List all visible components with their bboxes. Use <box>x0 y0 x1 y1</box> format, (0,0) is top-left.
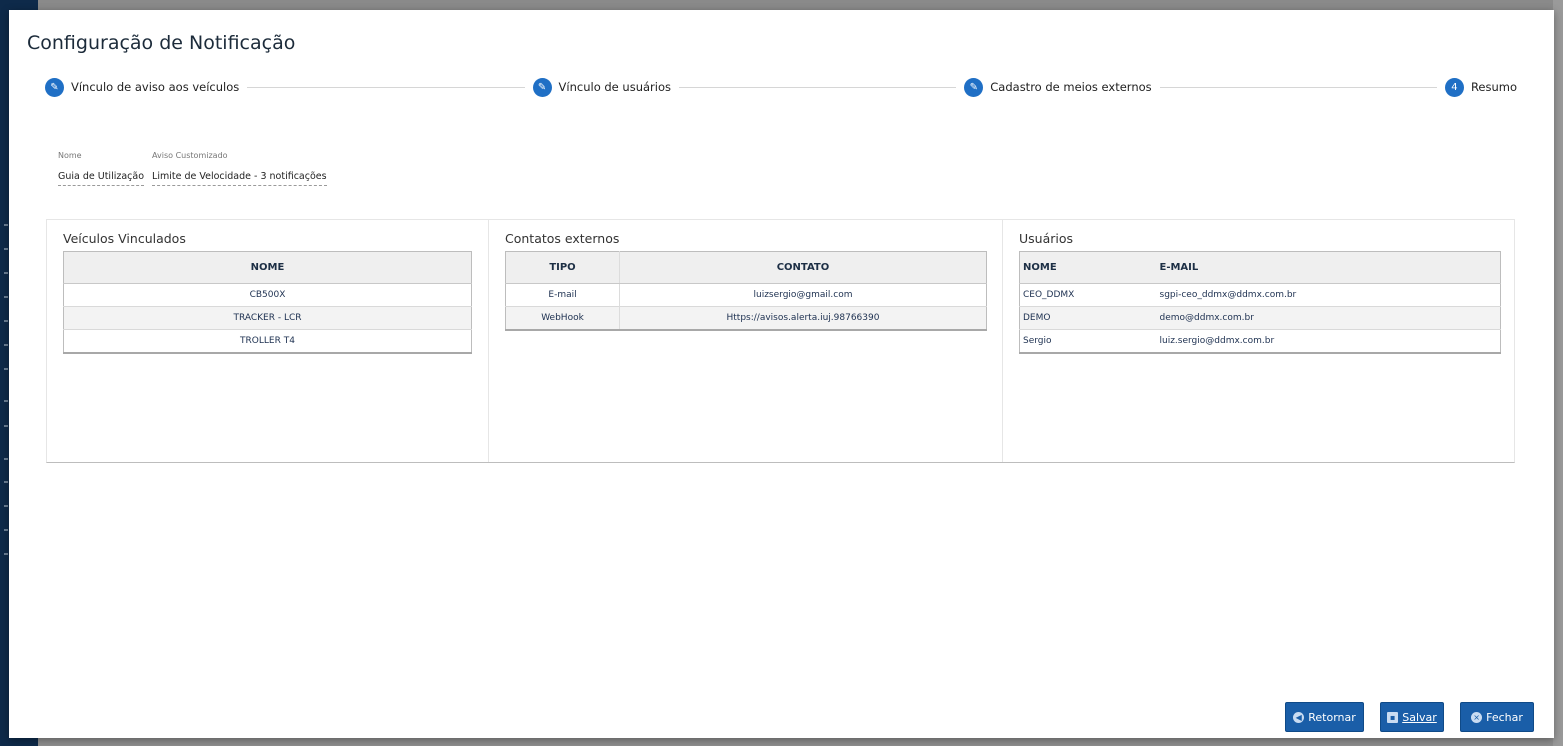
step-vehicle-link[interactable]: ✎ Vínculo de aviso aos veículos <box>45 77 240 97</box>
user-name: DEMO <box>1019 306 1157 330</box>
save-icon: ▪ <box>1387 711 1399 723</box>
table-row[interactable]: TROLLER T4 <box>63 329 472 353</box>
close-button[interactable]: × Fechar <box>1460 702 1534 732</box>
arrow-left-icon: ◀ <box>1293 711 1305 723</box>
custom-alert-field: Aviso Customizado Limite de Velocidade -… <box>152 151 327 186</box>
table-row[interactable]: E-mail luizsergio@gmail.com <box>505 283 987 307</box>
name-field: Nome Guia de Utilização <box>58 151 145 186</box>
contact-value: Https://avisos.alerta.iuj.98766390 <box>619 306 987 330</box>
step-label: Resumo <box>1470 80 1518 94</box>
vehicles-panel-title: Veículos Vinculados <box>63 231 186 246</box>
column-header-contact[interactable]: CONTATO <box>619 251 987 284</box>
column-header-name[interactable]: NOME <box>1019 251 1157 284</box>
user-email: demo@ddmx.com.br <box>1156 306 1501 330</box>
custom-alert-label: Aviso Customizado <box>152 151 228 160</box>
vehicle-name: TRACKER - LCR <box>63 306 472 330</box>
users-table: NOME E-MAIL CEO_DDMX sgpi-ceo_ddmx@ddmx.… <box>1019 251 1501 354</box>
summary-fields: Nome Guia de Utilização Aviso Customizad… <box>58 151 327 186</box>
save-button-label: Salvar <box>1402 710 1437 724</box>
background-app-header <box>38 0 1563 10</box>
external-contacts-table: TIPO CONTATO E-mail luizsergio@gmail.com… <box>505 251 987 331</box>
table-row[interactable]: CB500X <box>63 283 472 307</box>
user-name: Sergio <box>1019 329 1157 353</box>
background-app-content <box>1553 0 1563 746</box>
step-user-link[interactable]: ✎ Vínculo de usuários <box>532 77 671 97</box>
table-row[interactable]: Sergio luiz.sergio@ddmx.com.br <box>1019 329 1501 353</box>
users-panel-title: Usuários <box>1019 231 1074 246</box>
table-row[interactable]: CEO_DDMX sgpi-ceo_ddmx@ddmx.com.br <box>1019 283 1501 307</box>
stepper: ✎ Vínculo de aviso aos veículos ✎ Víncul… <box>45 77 1517 97</box>
step-external-means[interactable]: ✎ Cadastro de meios externos <box>964 77 1152 97</box>
user-email: luiz.sergio@ddmx.com.br <box>1156 329 1501 353</box>
table-header-row: NOME E-MAIL <box>1019 251 1501 284</box>
contact-value: luizsergio@gmail.com <box>619 283 987 307</box>
table-header-row: NOME <box>63 251 472 284</box>
pencil-icon: ✎ <box>532 77 552 97</box>
step-number-badge: 4 <box>1444 77 1464 97</box>
table-row[interactable]: DEMO demo@ddmx.com.br <box>1019 306 1501 330</box>
vehicle-name: TROLLER T4 <box>63 329 472 353</box>
modal-title: Configuração de Notificação <box>27 32 296 54</box>
step-label: Cadastro de meios externos <box>990 80 1152 94</box>
table-row[interactable]: TRACKER - LCR <box>63 306 472 330</box>
vehicle-name: CB500X <box>63 283 472 307</box>
name-label: Nome <box>58 151 82 160</box>
users-panel: Usuários NOME E-MAIL CEO_DDMX sgpi-ceo_d… <box>1002 220 1514 462</box>
user-name: CEO_DDMX <box>1019 283 1157 307</box>
back-button[interactable]: ◀ Retornar <box>1285 702 1364 732</box>
step-connector <box>1159 86 1437 88</box>
step-summary[interactable]: 4 Resumo <box>1444 77 1518 97</box>
table-header-row: TIPO CONTATO <box>505 251 987 284</box>
contact-type: WebHook <box>505 306 620 330</box>
notification-config-modal: Configuração de Notificação ✎ Vínculo de… <box>9 10 1554 738</box>
step-connector <box>678 86 957 88</box>
step-connector <box>247 86 525 88</box>
vehicles-panel: Veículos Vinculados NOME CB500X TRACKER … <box>47 220 488 462</box>
pencil-icon: ✎ <box>964 77 984 97</box>
column-header-type[interactable]: TIPO <box>505 251 620 284</box>
step-label: Vínculo de usuários <box>558 80 671 94</box>
column-header-email[interactable]: E-MAIL <box>1156 251 1501 284</box>
back-button-label: Retornar <box>1308 710 1356 724</box>
close-button-label: Fechar <box>1486 710 1523 724</box>
contact-type: E-mail <box>505 283 620 307</box>
name-value: Guia de Utilização <box>58 171 145 186</box>
save-button[interactable]: ▪ Salvar <box>1380 702 1444 732</box>
summary-panels: Veículos Vinculados NOME CB500X TRACKER … <box>46 219 1515 463</box>
external-contacts-panel-title: Contatos externos <box>505 231 620 246</box>
user-email: sgpi-ceo_ddmx@ddmx.com.br <box>1156 283 1501 307</box>
vehicles-table: NOME CB500X TRACKER - LCR TROLLER T4 <box>63 251 472 354</box>
external-contacts-panel: Contatos externos TIPO CONTATO E-mail lu… <box>488 220 1002 462</box>
close-icon: × <box>1471 711 1483 723</box>
pencil-icon: ✎ <box>45 77 64 97</box>
step-label: Vínculo de aviso aos veículos <box>71 80 240 94</box>
custom-alert-value: Limite de Velocidade - 3 notificações <box>152 171 327 186</box>
table-row[interactable]: WebHook Https://avisos.alerta.iuj.987663… <box>505 306 987 330</box>
column-header-name[interactable]: NOME <box>63 251 472 284</box>
